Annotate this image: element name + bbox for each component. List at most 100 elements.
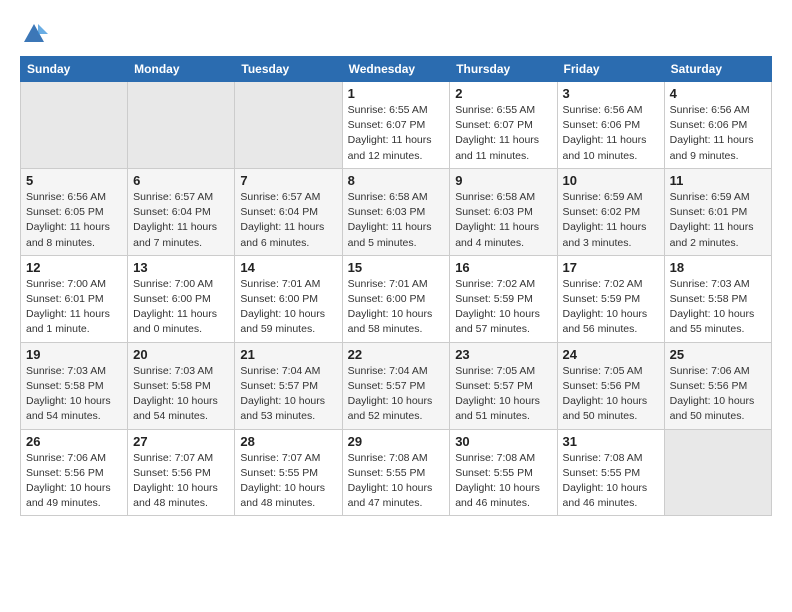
day-info: Sunrise: 7:06 AM Sunset: 5:56 PM Dayligh…	[26, 451, 122, 512]
calendar-day-cell	[235, 82, 342, 169]
day-info: Sunrise: 7:07 AM Sunset: 5:56 PM Dayligh…	[133, 451, 229, 512]
day-info: Sunrise: 7:02 AM Sunset: 5:59 PM Dayligh…	[563, 277, 659, 338]
calendar-week-row: 19 Sunrise: 7:03 AM Sunset: 5:58 PM Dayli…	[21, 342, 772, 429]
day-number: 14	[240, 260, 336, 275]
calendar-day-cell: 8Sunrise: 6:58 AM Sunset: 6:03 PM Daylig…	[342, 168, 450, 255]
calendar-day-cell: 6 Sunrise: 6:57 AM Sunset: 6:04 PM Daylig…	[128, 168, 235, 255]
calendar-day-cell: 1 Sunrise: 6:55 AM Sunset: 6:07 PM Daylig…	[342, 82, 450, 169]
calendar-day-cell: 17Sunrise: 7:02 AM Sunset: 5:59 PM Dayli…	[557, 255, 664, 342]
calendar-day-cell: 12 Sunrise: 7:00 AM Sunset: 6:01 PM Dayli…	[21, 255, 128, 342]
logo	[20, 20, 52, 48]
day-info: Sunrise: 7:03 AM Sunset: 5:58 PM Dayligh…	[670, 277, 766, 338]
calendar-day-cell: 3 Sunrise: 6:56 AM Sunset: 6:06 PM Daylig…	[557, 82, 664, 169]
day-info: Sunrise: 7:04 AM Sunset: 5:57 PM Dayligh…	[240, 364, 336, 425]
day-number: 25	[670, 347, 766, 362]
calendar-day-cell	[664, 429, 771, 516]
day-info: Sunrise: 6:55 AM Sunset: 6:07 PM Dayligh…	[455, 103, 551, 164]
calendar-day-cell: 7 Sunrise: 6:57 AM Sunset: 6:04 PM Daylig…	[235, 168, 342, 255]
calendar-day-cell: 14 Sunrise: 7:01 AM Sunset: 6:00 PM Dayli…	[235, 255, 342, 342]
calendar-day-cell: 23 Sunrise: 7:05 AM Sunset: 5:57 PM Dayli…	[450, 342, 557, 429]
day-number: 5	[26, 173, 122, 188]
day-number: 9	[455, 173, 551, 188]
calendar-day-cell: 9 Sunrise: 6:58 AM Sunset: 6:03 PM Daylig…	[450, 168, 557, 255]
day-info: Sunrise: 6:59 AM Sunset: 6:01 PM Dayligh…	[670, 190, 766, 251]
day-number: 20	[133, 347, 229, 362]
day-number: 19	[26, 347, 122, 362]
day-number: 8	[348, 173, 445, 188]
day-number: 11	[670, 173, 766, 188]
day-info: Sunrise: 6:56 AM Sunset: 6:06 PM Dayligh…	[563, 103, 659, 164]
calendar-day-cell: 21 Sunrise: 7:04 AM Sunset: 5:57 PM Dayli…	[235, 342, 342, 429]
calendar-day-cell: 26 Sunrise: 7:06 AM Sunset: 5:56 PM Dayli…	[21, 429, 128, 516]
day-info: Sunrise: 7:01 AM Sunset: 6:00 PM Dayligh…	[348, 277, 445, 338]
day-number: 26	[26, 434, 122, 449]
calendar-day-cell: 22 Sunrise: 7:04 AM Sunset: 5:57 PM Dayli…	[342, 342, 450, 429]
weekday-header-sunday: Sunday	[21, 57, 128, 82]
calendar-day-cell: 18 Sunrise: 7:03 AM Sunset: 5:58 PM Dayli…	[664, 255, 771, 342]
calendar-week-row: 5 Sunrise: 6:56 AM Sunset: 6:05 PM Daylig…	[21, 168, 772, 255]
calendar-day-cell: 2 Sunrise: 6:55 AM Sunset: 6:07 PM Daylig…	[450, 82, 557, 169]
day-info: Sunrise: 7:04 AM Sunset: 5:57 PM Dayligh…	[348, 364, 445, 425]
calendar-day-cell: 25 Sunrise: 7:06 AM Sunset: 5:56 PM Dayli…	[664, 342, 771, 429]
day-number: 13	[133, 260, 229, 275]
calendar-day-cell: 29 Sunrise: 7:08 AM Sunset: 5:55 PM Dayli…	[342, 429, 450, 516]
day-number: 16	[455, 260, 551, 275]
weekday-header-thursday: Thursday	[450, 57, 557, 82]
day-number: 10	[563, 173, 659, 188]
calendar-day-cell	[128, 82, 235, 169]
calendar-day-cell: 13 Sunrise: 7:00 AM Sunset: 6:00 PM Dayli…	[128, 255, 235, 342]
day-info: Sunrise: 7:05 AM Sunset: 5:56 PM Dayligh…	[563, 364, 659, 425]
weekday-header-wednesday: Wednesday	[342, 57, 450, 82]
day-info: Sunrise: 6:56 AM Sunset: 6:05 PM Dayligh…	[26, 190, 122, 251]
day-number: 21	[240, 347, 336, 362]
day-number: 7	[240, 173, 336, 188]
day-number: 6	[133, 173, 229, 188]
day-info: Sunrise: 7:02 AM Sunset: 5:59 PM Dayligh…	[455, 277, 551, 338]
day-number: 27	[133, 434, 229, 449]
day-info: Sunrise: 6:57 AM Sunset: 6:04 PM Dayligh…	[133, 190, 229, 251]
day-number: 22	[348, 347, 445, 362]
day-number: 29	[348, 434, 445, 449]
day-info: Sunrise: 7:07 AM Sunset: 5:55 PM Dayligh…	[240, 451, 336, 512]
weekday-header-saturday: Saturday	[664, 57, 771, 82]
calendar-day-cell	[21, 82, 128, 169]
day-number: 3	[563, 86, 659, 101]
calendar-day-cell: 16 Sunrise: 7:02 AM Sunset: 5:59 PM Dayli…	[450, 255, 557, 342]
day-info: Sunrise: 7:06 AM Sunset: 5:56 PM Dayligh…	[670, 364, 766, 425]
day-number: 30	[455, 434, 551, 449]
day-number: 15	[348, 260, 445, 275]
weekday-header-friday: Friday	[557, 57, 664, 82]
day-info: Sunrise: 6:58 AM Sunset: 6:03 PM Dayligh…	[455, 190, 551, 251]
calendar-day-cell: 19Sunrise: 7:03 AM Sunset: 5:58 PM Dayli…	[21, 342, 128, 429]
logo-icon	[20, 20, 48, 48]
day-number: 23	[455, 347, 551, 362]
day-number: 12	[26, 260, 122, 275]
calendar-table: SundayMondayTuesdayWednesdayThursdayFrid…	[20, 56, 772, 516]
day-info: Sunrise: 7:00 AM Sunset: 6:01 PM Dayligh…	[26, 277, 122, 338]
calendar-week-row: 12 Sunrise: 7:00 AM Sunset: 6:01 PM Dayli…	[21, 255, 772, 342]
day-info: Sunrise: 7:08 AM Sunset: 5:55 PM Dayligh…	[455, 451, 551, 512]
calendar-day-cell: 20 Sunrise: 7:03 AM Sunset: 5:58 PM Dayli…	[128, 342, 235, 429]
calendar-day-cell: 5 Sunrise: 6:56 AM Sunset: 6:05 PM Daylig…	[21, 168, 128, 255]
weekday-header-row: SundayMondayTuesdayWednesdayThursdayFrid…	[21, 57, 772, 82]
weekday-header-tuesday: Tuesday	[235, 57, 342, 82]
day-info: Sunrise: 7:05 AM Sunset: 5:57 PM Dayligh…	[455, 364, 551, 425]
day-number: 1	[348, 86, 445, 101]
calendar-day-cell: 10 Sunrise: 6:59 AM Sunset: 6:02 PM Dayli…	[557, 168, 664, 255]
day-info: Sunrise: 7:03 AM Sunset: 5:58 PM Dayligh…	[133, 364, 229, 425]
day-info: Sunrise: 7:01 AM Sunset: 6:00 PM Dayligh…	[240, 277, 336, 338]
day-number: 18	[670, 260, 766, 275]
weekday-header-monday: Monday	[128, 57, 235, 82]
day-info: Sunrise: 7:08 AM Sunset: 5:55 PM Dayligh…	[563, 451, 659, 512]
calendar-day-cell: 15 Sunrise: 7:01 AM Sunset: 6:00 PM Dayli…	[342, 255, 450, 342]
day-info: Sunrise: 7:00 AM Sunset: 6:00 PM Dayligh…	[133, 277, 229, 338]
day-info: Sunrise: 6:55 AM Sunset: 6:07 PM Dayligh…	[348, 103, 445, 164]
calendar-day-cell: 28Sunrise: 7:07 AM Sunset: 5:55 PM Dayli…	[235, 429, 342, 516]
day-number: 31	[563, 434, 659, 449]
day-info: Sunrise: 6:59 AM Sunset: 6:02 PM Dayligh…	[563, 190, 659, 251]
day-info: Sunrise: 7:08 AM Sunset: 5:55 PM Dayligh…	[348, 451, 445, 512]
day-number: 2	[455, 86, 551, 101]
calendar-day-cell: 27 Sunrise: 7:07 AM Sunset: 5:56 PM Dayli…	[128, 429, 235, 516]
day-info: Sunrise: 6:57 AM Sunset: 6:04 PM Dayligh…	[240, 190, 336, 251]
day-info: Sunrise: 6:56 AM Sunset: 6:06 PM Dayligh…	[670, 103, 766, 164]
